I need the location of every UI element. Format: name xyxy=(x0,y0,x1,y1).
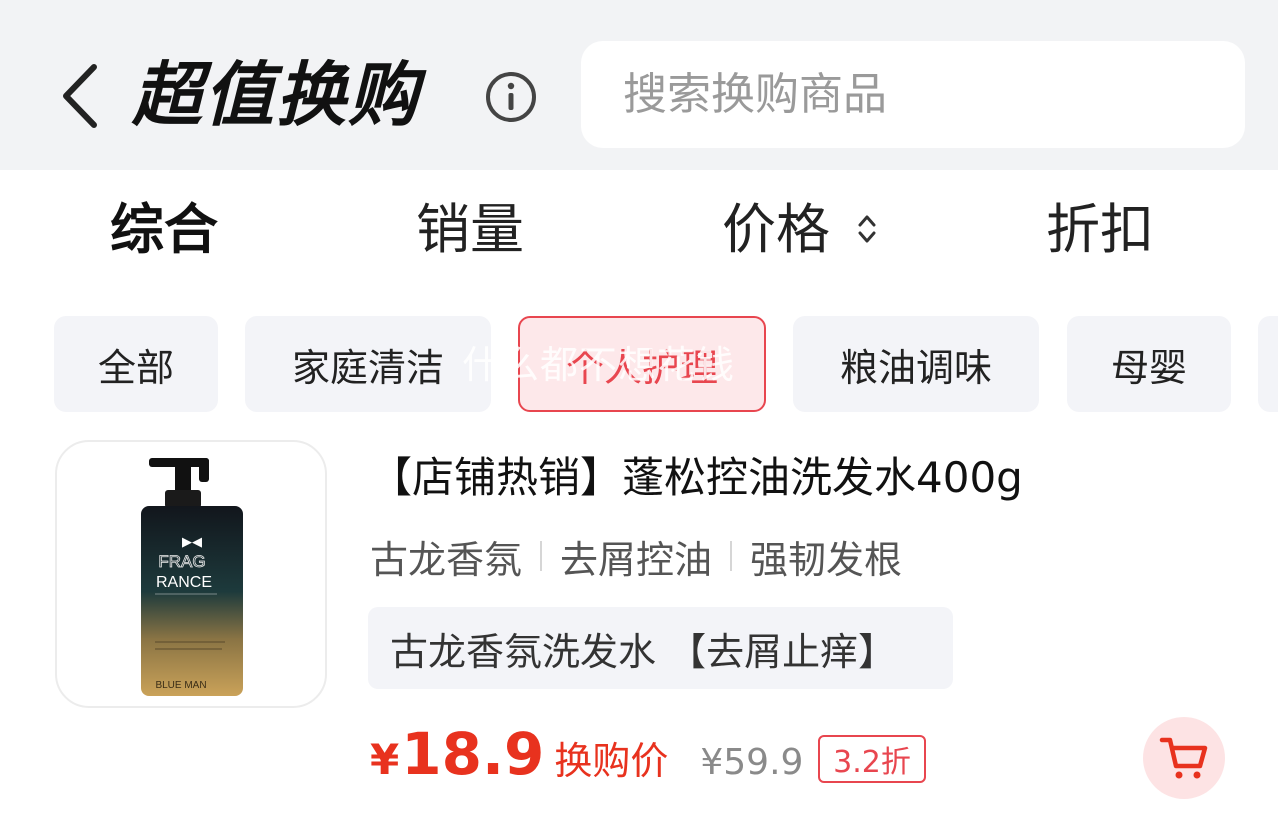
sort-label: 折扣 xyxy=(1046,198,1154,261)
original-price: ¥59.9 xyxy=(700,742,804,783)
sort-sales[interactable]: 销量 xyxy=(416,190,524,270)
chip-label: 个人护理 xyxy=(565,345,718,390)
feature-tag: 强韧发根 xyxy=(750,537,903,582)
product-image[interactable]: ▶◀ FRAG RANCE BLUE MAN xyxy=(55,440,327,708)
info-icon xyxy=(486,72,536,122)
sort-bar: 综合 销量 价格 折扣 xyxy=(0,170,1278,290)
info-button[interactable] xyxy=(484,70,538,124)
tag-divider xyxy=(540,541,543,571)
chip-label: 粮油调味 xyxy=(839,345,992,390)
sort-label: 价格 xyxy=(722,198,830,261)
chevron-left-icon xyxy=(63,64,97,128)
chip-more[interactable] xyxy=(1258,316,1278,412)
category-chips: 全部 家庭清洁 个人护理 粮油调味 母婴 xyxy=(0,316,1278,412)
product-title[interactable]: 【店铺热销】蓬松控油洗发水400g xyxy=(370,448,1023,508)
sort-label: 综合 xyxy=(110,198,218,261)
exchange-price: 18.9 xyxy=(401,720,545,788)
price-row: ¥ 18.9 换购价 ¥59.9 xyxy=(370,720,803,800)
cart-icon xyxy=(1159,737,1208,779)
discount-badge: 3.2折 xyxy=(818,735,926,783)
add-to-cart-button[interactable] xyxy=(1143,717,1225,799)
description-text: 古龙香氛洗发水 【去屑止痒】 xyxy=(390,629,897,674)
chip-label: 家庭清洁 xyxy=(291,345,444,390)
chip-home-cleaning[interactable]: 家庭清洁 xyxy=(245,316,491,412)
chip-all[interactable]: 全部 xyxy=(54,316,218,412)
price-currency: ¥ xyxy=(370,735,400,784)
tag-divider xyxy=(730,541,733,571)
page: 超值换购 综合 销量 价格 折扣 xyxy=(0,0,1278,828)
chip-personal-care[interactable]: 个人护理 xyxy=(518,316,766,412)
search-input[interactable] xyxy=(623,69,1245,120)
feature-tags: 古龙香氛 去屑控油 强韧发根 xyxy=(370,528,902,584)
chip-maternal-baby[interactable]: 母婴 xyxy=(1067,316,1231,412)
svg-text:▶◀: ▶◀ xyxy=(182,534,202,549)
bottle-brand: BLUE MAN xyxy=(155,680,206,691)
bottle-text-frag: FRAG xyxy=(158,552,205,571)
sort-caret-icon xyxy=(858,215,876,243)
shampoo-bottle-image: ▶◀ FRAG RANCE BLUE MAN xyxy=(141,458,243,696)
exchange-price-label: 换购价 xyxy=(554,739,669,783)
bottle-text-rance: RANCE xyxy=(156,574,212,591)
product-description: 古龙香氛洗发水 【去屑止痒】 xyxy=(368,607,953,689)
page-title: 超值换购 xyxy=(132,54,420,136)
sort-comprehensive[interactable]: 综合 xyxy=(110,190,218,270)
chip-grain-oil[interactable]: 粮油调味 xyxy=(793,316,1039,412)
feature-tag: 古龙香氛 xyxy=(370,537,523,582)
search-box[interactable] xyxy=(581,41,1245,148)
chip-label: 母婴 xyxy=(1110,345,1187,390)
back-button[interactable] xyxy=(55,58,105,134)
feature-tag: 去屑控油 xyxy=(560,537,713,582)
header: 超值换购 xyxy=(0,0,1278,170)
sort-label: 销量 xyxy=(416,198,524,261)
sort-price[interactable]: 价格 xyxy=(722,190,877,270)
chip-label: 全部 xyxy=(97,345,174,390)
sort-discount[interactable]: 折扣 xyxy=(1046,190,1154,270)
